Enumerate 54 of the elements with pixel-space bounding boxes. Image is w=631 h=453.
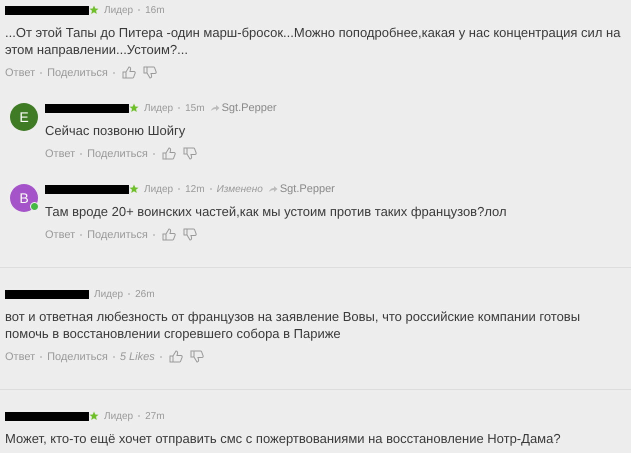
- comment-text: Сейчас позвоню Шойгу: [45, 122, 186, 139]
- edited-label: Изменено: [216, 184, 263, 194]
- comment-text: Может, кто-то ещё хочет отправить смс с пожертвованиями на восстановление Нотр-Дама?: [5, 430, 562, 447]
- reply-arrow-icon: [268, 185, 278, 193]
- role-label: Лидер: [144, 102, 174, 114]
- separator-dot: [152, 234, 155, 236]
- separator-dot: [40, 72, 42, 74]
- likes-count[interactable]: 5 Likes: [120, 350, 155, 362]
- role-label: Лидер: [104, 410, 134, 422]
- separator-dot: [128, 293, 130, 295]
- timestamp[interactable]: 16m: [145, 4, 165, 16]
- reply-link[interactable]: Ответ: [45, 228, 76, 240]
- avatar[interactable]: B: [10, 184, 38, 212]
- separator-dot: [138, 415, 140, 417]
- role-label: Лидер: [144, 184, 174, 194]
- thumbs-up-icon[interactable]: [122, 66, 136, 79]
- separator-dot: [138, 9, 140, 11]
- separator-dot: [80, 234, 82, 236]
- share-link[interactable]: Поделиться: [47, 350, 108, 362]
- separator-dot: [80, 152, 82, 154]
- thumbs-up-icon[interactable]: [168, 350, 183, 363]
- thumbs-down-icon[interactable]: [182, 147, 197, 160]
- separator-dot: [210, 188, 212, 190]
- share-link[interactable]: Поделиться: [87, 228, 148, 240]
- thumbs-down-icon[interactable]: [182, 228, 197, 241]
- thumbs-up-icon[interactable]: [162, 147, 176, 160]
- timestamp[interactable]: 15m: [185, 102, 205, 114]
- separator-dot: [160, 356, 162, 358]
- thumbs-down-icon[interactable]: [190, 350, 204, 363]
- separator-dot: [178, 107, 180, 109]
- reply-link[interactable]: Ответ: [5, 66, 36, 78]
- avatar[interactable]: E: [10, 103, 38, 131]
- separator-dot: [178, 188, 180, 190]
- separator-dot: [152, 152, 155, 154]
- thumbs-down-icon[interactable]: [142, 66, 157, 79]
- parent-author[interactable]: Sgt.Pepper: [280, 183, 335, 195]
- reply-link[interactable]: Ответ: [5, 350, 36, 362]
- reply-arrow-icon: [210, 104, 220, 112]
- separator-dot: [40, 356, 42, 358]
- share-link[interactable]: Поделиться: [87, 148, 148, 160]
- separator-dot: [112, 72, 115, 74]
- separator-dot: [112, 356, 115, 358]
- comment-text: Там вроде 20+ воинских частей,как мы устоим против таких французов?лол: [45, 203, 508, 220]
- role-label: Лидер: [94, 288, 124, 300]
- timestamp[interactable]: 27m: [145, 410, 165, 422]
- comment-text: вот и ответная любезность от французов на заявление Вовы, что российские компании готовы помочь в восстановлении сгоревшего собора в Париже: [5, 308, 582, 342]
- reply-link[interactable]: Ответ: [45, 148, 76, 160]
- timestamp[interactable]: 12m: [185, 184, 205, 194]
- timestamp[interactable]: 26m: [135, 288, 155, 300]
- role-label: Лидер: [104, 4, 134, 16]
- parent-author[interactable]: Sgt.Pepper: [222, 102, 277, 114]
- comment-text: ...От этой Тапы до Питера -один марш-бросок...Можно поподробнее,какая у нас концентрация сил на этом направлении...Устоим?...: [5, 24, 622, 58]
- share-link[interactable]: Поделиться: [47, 66, 108, 78]
- thumbs-up-icon[interactable]: [162, 228, 176, 241]
